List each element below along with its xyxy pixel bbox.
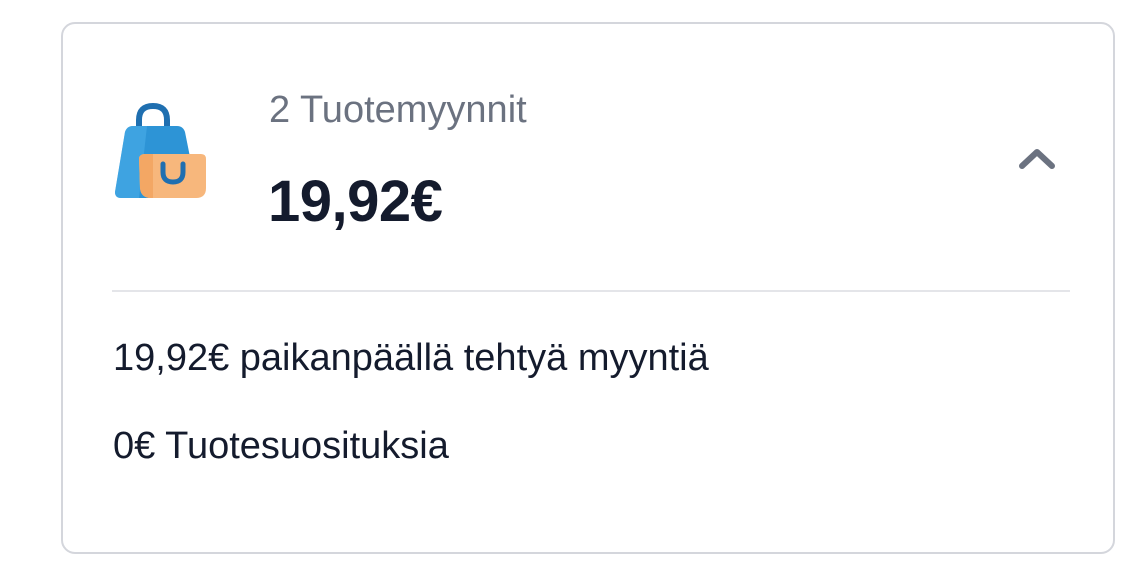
product-recommendations-detail: 0€ Tuotesuosituksia	[113, 425, 449, 467]
product-sales-card: 2 Tuotemyynnit 19,92€ 19,92€ paikanpääll…	[61, 22, 1115, 554]
divider	[112, 290, 1070, 292]
onsite-sales-detail: 19,92€ paikanpäällä tehtyä myyntiä	[113, 337, 709, 379]
product-sales-amount: 19,92€	[268, 169, 443, 234]
card-header[interactable]: 2 Tuotemyynnit 19,92€	[63, 24, 1113, 290]
shopping-bag-icon	[113, 102, 209, 202]
product-sales-title: 2 Tuotemyynnit	[269, 89, 527, 131]
chevron-up-icon[interactable]	[1009, 130, 1065, 186]
